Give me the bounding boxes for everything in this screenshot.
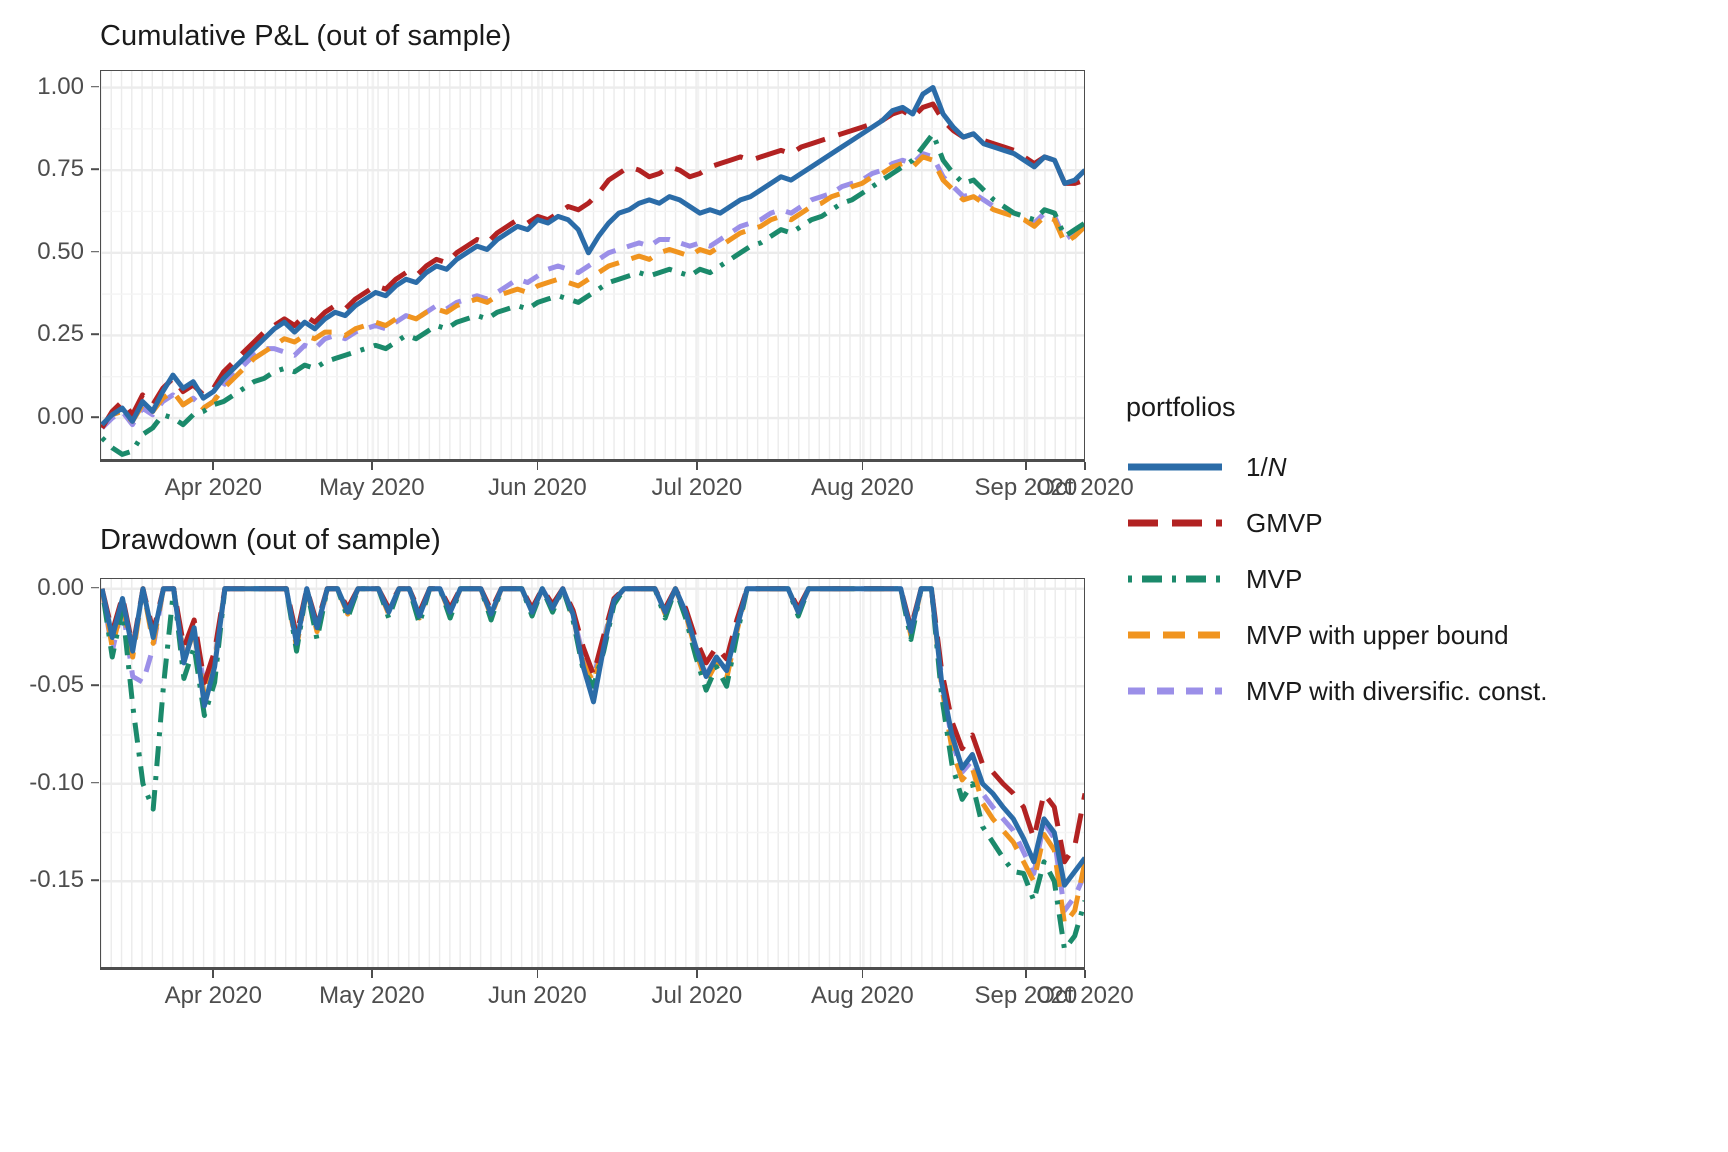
legend-line-key-icon [1126, 677, 1224, 705]
x-axis-tick [1025, 969, 1027, 978]
cumulative-pnl-panel [100, 70, 1085, 460]
legend-item-1[interactable]: GMVP [1126, 501, 1546, 545]
x-axis-tick [1025, 461, 1027, 470]
x-axis-tick-label: Oct 2020 [1036, 982, 1134, 1009]
y-axis-tick [91, 250, 99, 253]
legend-items: 1/N GMVP MVP MVP with upper bound MVP with d… [1126, 445, 1548, 713]
legend-item-label: MVP with upper bound [1246, 619, 1509, 650]
legend-item-label: MVP with diversific. const. [1246, 675, 1548, 706]
legend-item-3[interactable]: MVP with upper bound [1126, 613, 1546, 657]
legend-line-key-icon [1126, 509, 1224, 537]
x-axis-tick-label: Jun 2020 [487, 982, 587, 1009]
legend-item-2[interactable]: MVP [1126, 557, 1546, 601]
y-axis-tick-label: 0.75 [37, 155, 84, 183]
x-axis-tick-label: Apr 2020 [164, 474, 262, 501]
x-axis-tick [536, 461, 539, 470]
y-axis-tick [91, 168, 99, 170]
cumulative-pnl-svg [101, 71, 1084, 459]
y-axis-tick-label: -0.10 [29, 768, 84, 796]
y-axis-tick-label: 0.50 [37, 237, 84, 265]
x-axis-tick [1084, 969, 1086, 978]
x-axis-tick-label: Jul 2020 [651, 982, 743, 1009]
x-axis-tick [371, 461, 373, 470]
legend-item-label: 1/N [1246, 451, 1287, 482]
drawdown-plot-area [100, 578, 1085, 968]
y-axis-tick [91, 85, 99, 88]
legend-line-key-icon [1126, 453, 1224, 481]
cumulative-pnl-plot-area [100, 70, 1085, 460]
x-axis-tick-label: Aug 2020 [810, 982, 914, 1009]
x-axis-tick-label: Jul 2020 [651, 474, 743, 501]
drawdown-title: Drawdown (out of sample) [100, 524, 441, 556]
legend-line-key-icon [1126, 621, 1224, 649]
x-axis-tick [536, 969, 539, 978]
legend-line-key-icon [1126, 565, 1224, 593]
x-axis-tick [212, 461, 215, 470]
y-axis-tick [91, 416, 99, 418]
y-axis-tick [91, 781, 99, 784]
legend: portfolios 1/N GMVP MVP MVP with upper boun… [1126, 392, 1548, 725]
legend-item-4[interactable]: MVP with diversific. const. [1126, 669, 1548, 713]
x-axis-tick [371, 969, 373, 978]
drawdown-svg [101, 579, 1084, 967]
x-axis-tick [861, 969, 864, 978]
y-axis-tick-label: 0.25 [37, 320, 84, 348]
legend-title: portfolios [1126, 392, 1236, 422]
x-axis-line [100, 460, 1085, 462]
x-axis-tick-label: Aug 2020 [810, 474, 914, 501]
x-axis-tick [696, 969, 698, 978]
y-axis-tick [91, 333, 99, 336]
x-axis-line [100, 968, 1085, 970]
legend-item-label: GMVP [1246, 507, 1323, 538]
page-title: Cumulative P&L (out of sample) [100, 20, 512, 52]
figure-root: Cumulative P&L (out of sample) 0.00 0.25 0… [0, 0, 1728, 1152]
y-axis-tick [91, 684, 99, 687]
legend-item-0[interactable]: 1/N [1126, 445, 1546, 489]
x-axis-tick-label: Apr 2020 [164, 982, 262, 1009]
y-axis-tick [91, 879, 99, 882]
x-axis-tick [861, 461, 864, 470]
x-axis-tick-label: Oct 2020 [1036, 474, 1134, 501]
x-axis-tick-label: Jun 2020 [487, 474, 587, 501]
x-axis-tick [1084, 461, 1086, 470]
y-axis-tick-label: -0.05 [29, 671, 84, 699]
drawdown-panel [100, 578, 1085, 968]
x-axis-tick-label: May 2020 [319, 474, 425, 501]
legend-item-label: MVP [1246, 563, 1303, 594]
y-axis-tick [91, 586, 99, 589]
y-axis-tick-label: 0.00 [37, 573, 84, 601]
x-axis-tick-label: May 2020 [319, 982, 425, 1009]
x-axis-tick [696, 461, 698, 470]
x-axis-tick [212, 969, 215, 978]
y-axis-tick-label: -0.15 [29, 866, 84, 894]
y-axis-tick-label: 1.00 [37, 72, 84, 100]
y-axis-tick-label: 0.00 [37, 403, 84, 431]
